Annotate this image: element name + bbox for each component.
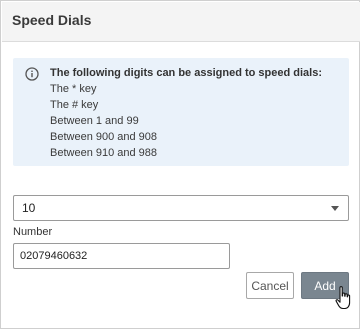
- info-line: The # key: [50, 99, 99, 111]
- number-label: Number: [13, 226, 53, 238]
- speed-dial-select[interactable]: 10: [13, 195, 349, 221]
- speed-dial-select-value: 10: [22, 201, 36, 215]
- dialog-title: Speed Dials: [12, 12, 92, 28]
- dialog-header: Speed Dials: [2, 2, 360, 42]
- cancel-button[interactable]: Cancel: [246, 272, 294, 299]
- info-text: The following digits can be assigned to …: [50, 65, 322, 161]
- chevron-down-icon: [331, 206, 339, 211]
- speed-dials-dialog: Speed Dials The following digits can be …: [0, 0, 360, 329]
- info-line: The * key: [50, 83, 97, 95]
- info-box: The following digits can be assigned to …: [13, 58, 349, 166]
- hand-cursor-icon: [335, 286, 351, 310]
- info-icon: [25, 67, 39, 81]
- info-line: Between 1 and 99: [50, 115, 139, 127]
- info-line: Between 910 and 988: [50, 147, 158, 159]
- number-input[interactable]: [13, 243, 230, 269]
- info-line-heading: The following digits can be assigned to …: [50, 67, 322, 79]
- info-line: Between 900 and 908: [50, 131, 158, 143]
